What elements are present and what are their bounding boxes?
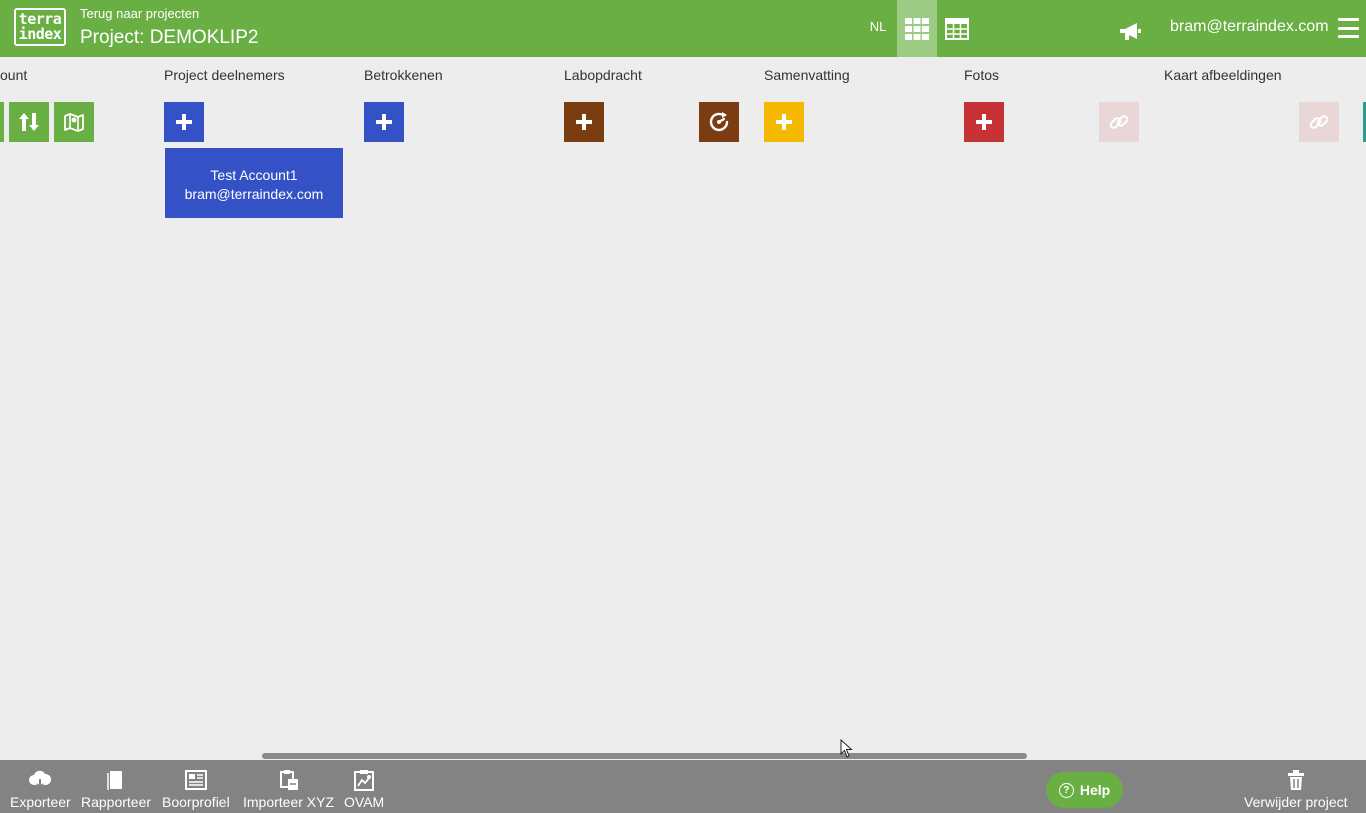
- ovam-button[interactable]: OVAM: [344, 768, 384, 810]
- column-title-project-deelnemers: Project deelnemers: [164, 67, 285, 83]
- exporteer-label: Exporteer: [10, 794, 71, 810]
- verwijder-project-button[interactable]: Verwijder project: [1244, 768, 1348, 810]
- megaphone-icon[interactable]: [1117, 20, 1145, 44]
- labopdracht-status-button[interactable]: [699, 102, 739, 142]
- column-title-labopdracht: Labopdracht: [564, 67, 642, 83]
- column-title-samenvatting: Samenvatting: [764, 67, 850, 83]
- rapporteer-button[interactable]: Rapporteer: [81, 768, 151, 810]
- plus-icon: [176, 114, 192, 130]
- importeer-xyz-button[interactable]: Importeer XYZ: [243, 768, 334, 810]
- table-view-button[interactable]: [937, 0, 977, 57]
- boorprofiel-label: Boorprofiel: [162, 794, 230, 810]
- account-partial-button[interactable]: [0, 102, 4, 142]
- plus-icon: [776, 114, 792, 130]
- project-title: Project: DEMOKLIP2: [80, 27, 259, 48]
- verwijder-project-label: Verwijder project: [1244, 794, 1348, 810]
- trash-icon: [1287, 770, 1304, 790]
- map-icon: [64, 113, 84, 132]
- clipboard-map-icon: [354, 770, 375, 791]
- logo-text-bottom: index: [18, 25, 62, 43]
- ovam-label: OVAM: [344, 794, 385, 810]
- terraindex-logo[interactable]: terra index: [14, 8, 66, 46]
- plus-icon: [576, 114, 592, 130]
- sort-button[interactable]: [9, 102, 49, 142]
- exporteer-button[interactable]: Exporteer: [10, 768, 71, 810]
- column-title-fotos: Fotos: [964, 67, 1000, 83]
- add-samenvatting-button[interactable]: [764, 102, 804, 142]
- footer-toolbar: Exporteer Rapporteer Boorprofiel Importe…: [0, 760, 1366, 813]
- map-button[interactable]: [54, 102, 94, 142]
- user-email[interactable]: bram@terraindex.com: [1170, 18, 1329, 36]
- language-selector[interactable]: NL: [866, 19, 890, 34]
- link-icon: [1309, 115, 1329, 129]
- add-foto-button[interactable]: [964, 102, 1004, 142]
- profile-icon: [184, 770, 207, 790]
- help-button[interactable]: ? Help: [1046, 772, 1123, 808]
- participant-email: bram@terraindex.com: [184, 186, 324, 202]
- table-icon: [945, 17, 969, 40]
- help-icon: ?: [1058, 782, 1074, 798]
- importeer-xyz-label: Importeer XYZ: [243, 794, 335, 810]
- gauge-icon: [709, 112, 729, 132]
- back-to-projects-link[interactable]: Terug naar projecten: [80, 6, 199, 21]
- mouse-cursor-icon: [840, 739, 853, 758]
- cloud-download-icon: [29, 770, 52, 790]
- grid-icon: [905, 17, 929, 40]
- import-icon: [279, 770, 298, 790]
- rapporteer-label: Rapporteer: [81, 794, 152, 810]
- column-title-betrokkenen: Betrokkenen: [364, 67, 443, 83]
- column-title-account: ount: [0, 67, 28, 83]
- grid-view-button[interactable]: [897, 0, 937, 57]
- document-icon: [107, 771, 123, 790]
- help-label: Help: [1079, 782, 1111, 798]
- plus-icon: [376, 114, 392, 130]
- header-bar: terra index Terug naar projecten Project…: [0, 0, 1366, 57]
- participant-card[interactable]: Test Account1 bram@terraindex.com: [165, 148, 343, 218]
- column-title-kaart-afbeeldingen: Kaart afbeeldingen: [1164, 67, 1282, 83]
- link-fotos-button[interactable]: [1099, 102, 1139, 142]
- menu-icon[interactable]: [1338, 18, 1359, 38]
- plus-icon: [976, 114, 992, 130]
- link-icon: [1109, 115, 1129, 129]
- add-labopdracht-button[interactable]: [564, 102, 604, 142]
- boorprofiel-button[interactable]: Boorprofiel: [162, 768, 230, 810]
- add-participant-button[interactable]: [164, 102, 204, 142]
- sort-arrows-icon: [19, 113, 39, 131]
- add-betrokkene-button[interactable]: [364, 102, 404, 142]
- link-kaart-button[interactable]: [1299, 102, 1339, 142]
- horizontal-scrollbar[interactable]: [262, 753, 1027, 759]
- participant-name: Test Account1: [210, 167, 298, 183]
